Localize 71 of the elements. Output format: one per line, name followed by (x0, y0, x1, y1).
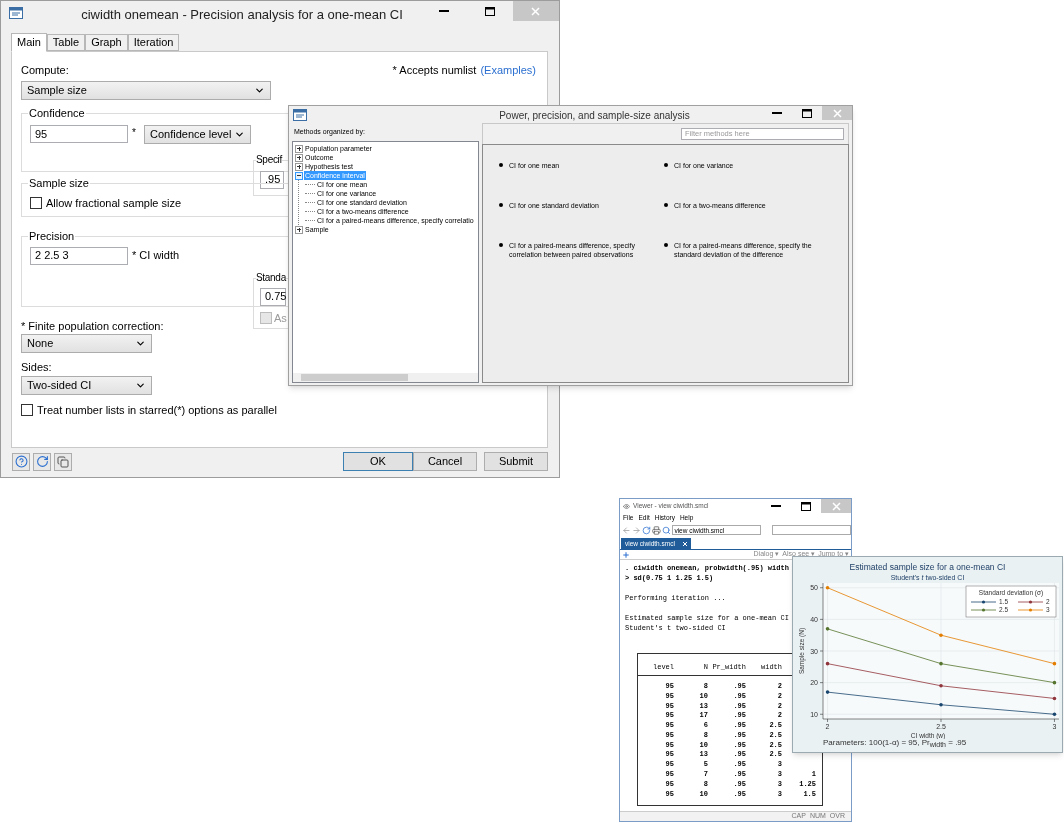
checkbox[interactable] (30, 196, 42, 209)
window-title: Power, precision, and sample-size analysis (499, 109, 690, 123)
minimize-icon (439, 10, 449, 12)
input-field[interactable]: 0.75 (260, 287, 286, 306)
examples-link[interactable]: (Examples) (480, 62, 536, 79)
minimize-icon (772, 112, 782, 114)
window-title: ciwidth onemean - Precision analysis for a one-mean CI (81, 6, 403, 24)
input-field[interactable]: 95 (30, 125, 128, 143)
input-field[interactable]: .95 (260, 170, 284, 189)
window-icon (293, 109, 307, 121)
maximize-icon (801, 501, 811, 511)
horizontal-scrollbar[interactable] (293, 373, 478, 382)
tab[interactable]: Main (11, 33, 47, 52)
close-icon (531, 6, 541, 16)
close-icon[interactable] (683, 541, 687, 546)
tab[interactable]: Table (46, 34, 86, 51)
tab[interactable]: Graph (85, 34, 128, 51)
maximize-icon (485, 6, 495, 16)
copy-button[interactable] (54, 452, 72, 471)
tab[interactable]: Iteration (127, 34, 180, 51)
refresh-icon (35, 455, 49, 468)
checkbox-label: Allow fractional sample size (46, 195, 182, 211)
refresh-icon[interactable] (641, 525, 651, 535)
field-label: * CI width (132, 248, 180, 264)
add-icon[interactable] (622, 550, 630, 559)
close-icon (832, 108, 842, 118)
group-title: Specif (256, 153, 282, 166)
group-title: Standa (256, 271, 286, 284)
checkbox[interactable] (21, 403, 33, 416)
checkbox-label: Treat number lists in starred(*) options as parallel (37, 402, 277, 418)
scrollbar-thumb[interactable] (301, 374, 408, 381)
input-field[interactable]: 2 2.5 3 (30, 246, 128, 265)
field-label: Compute: (21, 63, 69, 78)
dialog-button[interactable]: Cancel (413, 452, 477, 471)
tree-toggle-icon[interactable] (295, 162, 303, 171)
dialog-button[interactable]: Submit (484, 452, 548, 471)
window-icon (9, 7, 23, 19)
bullet-icon (499, 163, 503, 167)
chart-title: Estimated sample size for a one-mean CI (848, 562, 1007, 572)
checkbox-label: As (274, 310, 287, 326)
close-icon (831, 501, 841, 511)
dropdown[interactable]: None (21, 334, 152, 353)
bullet-icon (499, 203, 503, 207)
tree-toggle-icon[interactable] (295, 144, 303, 153)
copy-icon (57, 455, 69, 468)
tree-toggle-icon[interactable] (295, 171, 303, 180)
search-field[interactable] (772, 525, 851, 535)
field-label: * Finite population correction: (21, 318, 164, 334)
maximize-icon (802, 108, 812, 118)
chart-footnote: Parameters: 100(1-α) = 95, Pr$_{width}$ = .95 (823, 739, 967, 747)
tree-toggle-icon[interactable] (295, 153, 303, 162)
chevron-icon (135, 338, 146, 349)
help-icon (14, 455, 28, 468)
bullet-icon (664, 203, 668, 207)
minimize-icon (771, 505, 781, 507)
print-icon[interactable] (651, 525, 661, 535)
eye-icon (623, 502, 630, 510)
bullet-icon (664, 243, 668, 247)
bullet-icon (664, 163, 668, 167)
field-label: Sides: (21, 360, 52, 375)
dropdown[interactable]: Two-sided CI (21, 375, 152, 395)
dropdown[interactable]: Sample size (21, 80, 271, 100)
search-icon[interactable] (661, 525, 671, 535)
dropdown[interactable]: Confidence level (144, 124, 251, 144)
tree-toggle-icon[interactable] (295, 225, 303, 234)
required-mark: * (132, 125, 137, 140)
note-text: * Accepts numlist (392, 63, 477, 78)
help-button[interactable] (12, 452, 30, 471)
bullet-icon (499, 243, 503, 247)
reset-button[interactable] (33, 452, 51, 471)
dialog-button[interactable]: OK (343, 452, 413, 471)
